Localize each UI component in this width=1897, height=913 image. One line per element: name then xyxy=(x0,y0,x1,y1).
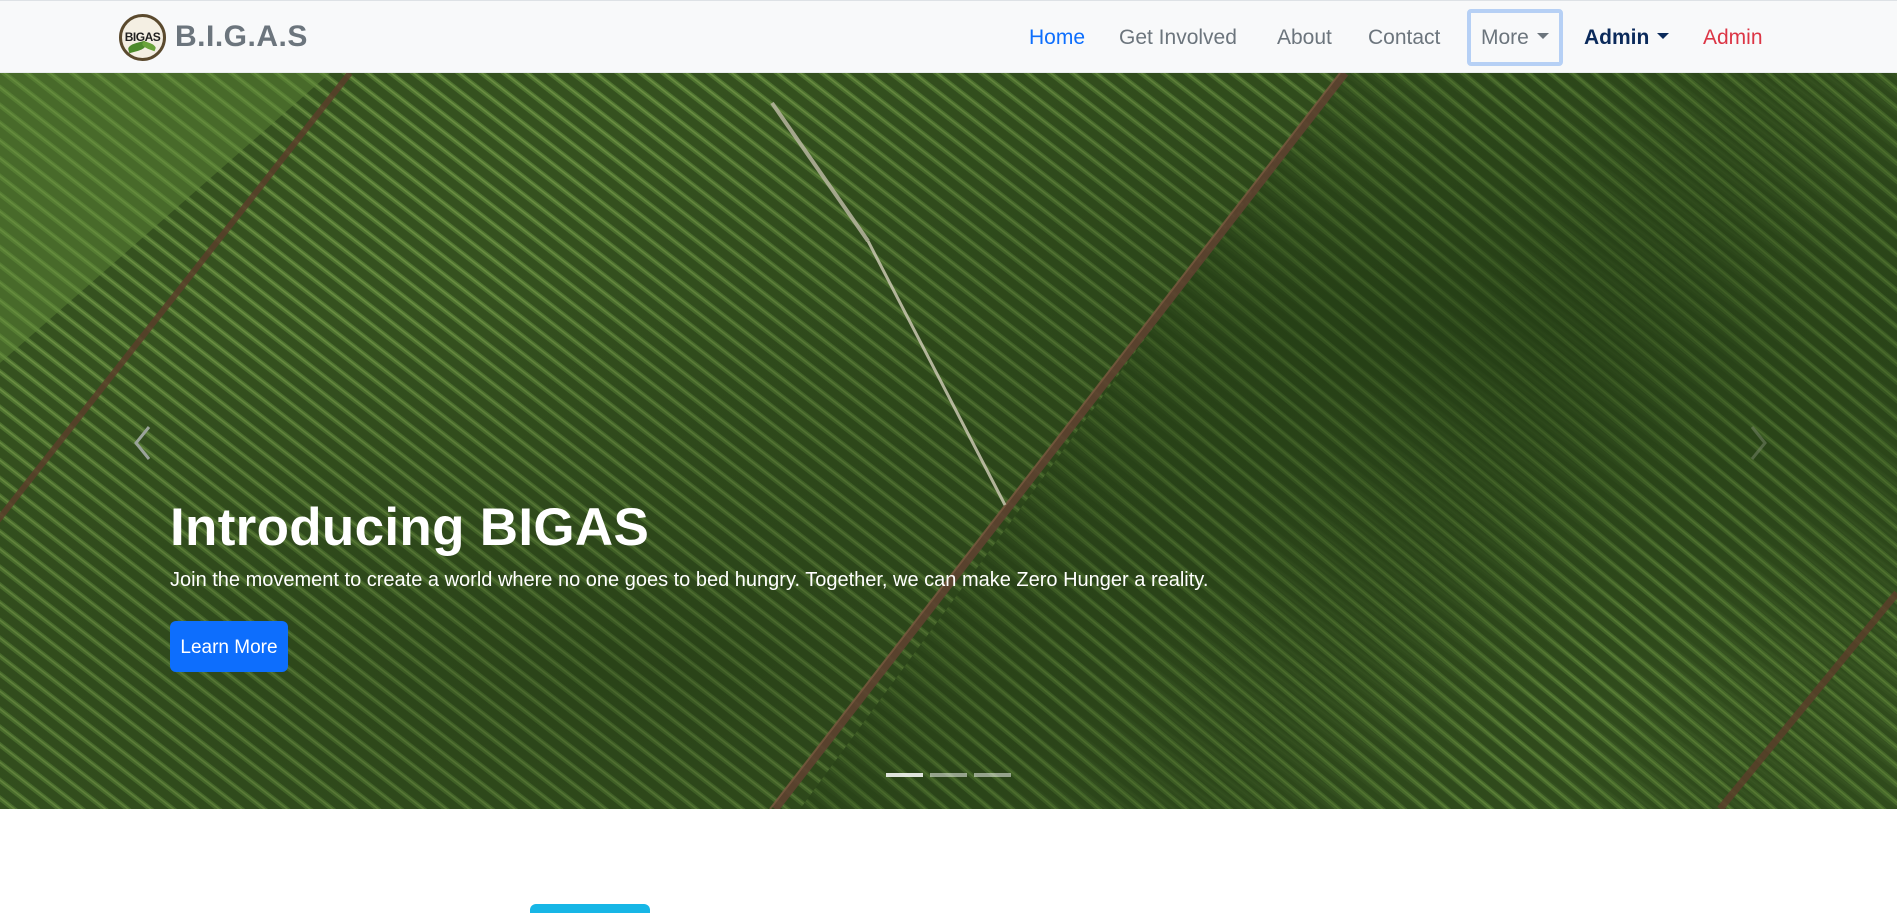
carousel-prev-button[interactable] xyxy=(123,413,163,473)
nav-about[interactable]: About xyxy=(1277,1,1332,74)
nav-more-label: More xyxy=(1481,26,1529,49)
chevron-right-icon xyxy=(1750,426,1767,460)
learn-more-button[interactable]: Learn More xyxy=(170,621,288,672)
chevron-down-icon xyxy=(1657,33,1670,40)
nav-home[interactable]: Home xyxy=(1029,1,1085,74)
nav-contact[interactable]: Contact xyxy=(1368,1,1440,74)
nav-get-involved[interactable]: Get Involved xyxy=(1119,1,1237,74)
carousel-indicator[interactable] xyxy=(886,773,923,777)
carousel-indicators xyxy=(886,773,1011,777)
carousel-indicator[interactable] xyxy=(930,773,967,777)
hero-carousel: Introducing BIGAS Join the movement to c… xyxy=(0,73,1897,809)
carousel-indicator[interactable] xyxy=(974,773,1011,777)
hero-subtitle: Join the movement to create a world wher… xyxy=(170,569,1209,591)
nav-more-dropdown[interactable]: More xyxy=(1467,9,1563,66)
nav-menu: Home Get Involved About Contact More Adm… xyxy=(0,1,1897,74)
nav-admin-link[interactable]: Admin xyxy=(1703,1,1763,74)
chevron-left-icon xyxy=(134,426,151,460)
hero-title: Introducing BIGAS xyxy=(170,498,650,557)
navbar: BIGAS B.I.G.A.S Home Get Involved About … xyxy=(0,0,1897,73)
section-badge xyxy=(530,904,650,913)
hero-background-image xyxy=(0,73,1897,809)
nav-admin-dropdown[interactable]: Admin xyxy=(1584,1,1670,74)
hero-caption: Introducing BIGAS Join the movement to c… xyxy=(170,493,1670,672)
nav-admin-dropdown-label: Admin xyxy=(1584,26,1650,49)
brand-logo-text: BIGAS xyxy=(124,30,161,44)
carousel-next-button[interactable] xyxy=(1738,413,1778,473)
chevron-down-icon xyxy=(1536,33,1549,40)
